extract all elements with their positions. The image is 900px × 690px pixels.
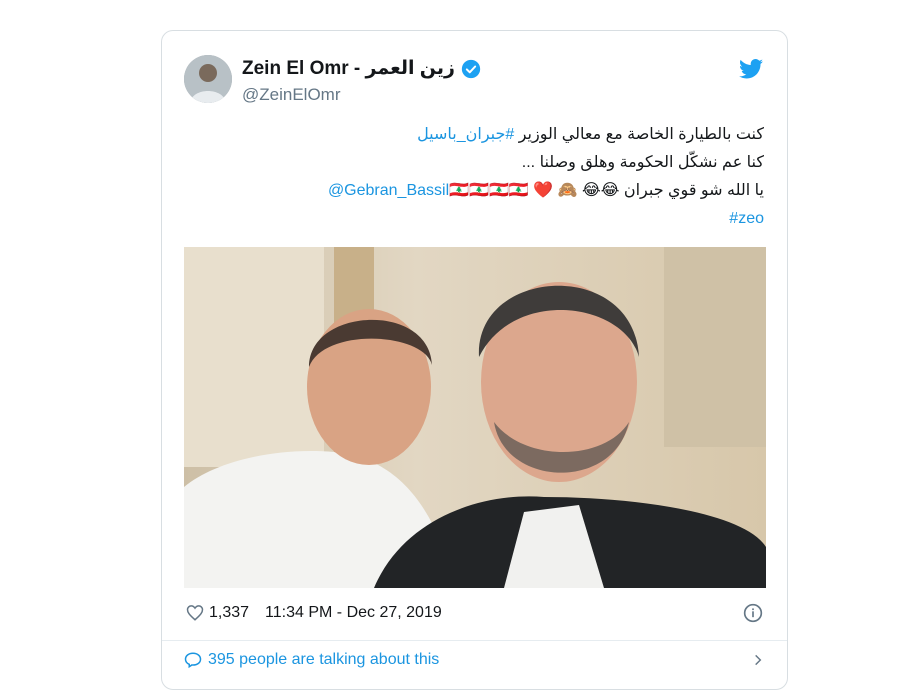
timestamp[interactable]: 11:34 PM - Dec 27, 2019: [265, 604, 442, 622]
tweet-line-3-text: يا الله شو قوي جبران: [619, 182, 764, 199]
lebanon-flags: 🇱🇧🇱🇧🇱🇧🇱🇧: [449, 182, 529, 199]
divider: [162, 640, 787, 641]
tweet-line-2: كنا عم نشكّل الحكومة وهلق وصلنا ...: [521, 154, 764, 171]
display-name-text: Zein El Omr - زين العمر: [242, 58, 455, 79]
mention-gebran-bassil[interactable]: @Gebran_Bassil: [328, 182, 449, 199]
tweet-text: كنت بالطيارة الخاصة مع معالي الوزير #جبر…: [202, 121, 764, 233]
user-handle[interactable]: @ZeinElOmr: [242, 85, 341, 105]
verified-badge-icon: [461, 59, 481, 78]
tweet-footer: 1,337 11:34 PM - Dec 27, 2019: [186, 601, 763, 625]
tweet-card: Zein El Omr - زين العمر @ZeinElOmr كنت ب…: [161, 30, 788, 690]
hashtag-gebran-bassil[interactable]: #جبران_باسيل: [417, 126, 514, 143]
tweet-line-1: كنت بالطيارة الخاصة مع معالي الوزير #جبر…: [202, 121, 764, 149]
comment-icon: [184, 652, 202, 669]
hashtag-zeo[interactable]: #zeo: [729, 210, 764, 227]
info-icon[interactable]: [743, 603, 763, 623]
twitter-bird-icon[interactable]: [739, 59, 763, 79]
display-name[interactable]: Zein El Omr - زين العمر: [242, 57, 481, 80]
tweet-line-1-text: كنت بالطيارة الخاصة مع معالي الوزير: [514, 126, 764, 143]
tweet-line-3: يا الله شو قوي جبران 😂😂 🙈 ❤️ 🇱🇧🇱🇧🇱🇧🇱🇧@Ge…: [202, 177, 764, 205]
heart-icon[interactable]: [186, 604, 204, 622]
tweet-line-4: #zeo: [202, 205, 764, 233]
talking-count: 395 people are talking about this: [208, 651, 440, 668]
tweet-photo[interactable]: [184, 247, 766, 588]
like-count[interactable]: 1,337: [209, 604, 249, 622]
conversation-link[interactable]: 395 people are talking about this: [184, 651, 765, 669]
avatar[interactable]: [184, 55, 232, 103]
emoji-group: 😂😂 🙈 ❤️: [533, 182, 620, 199]
